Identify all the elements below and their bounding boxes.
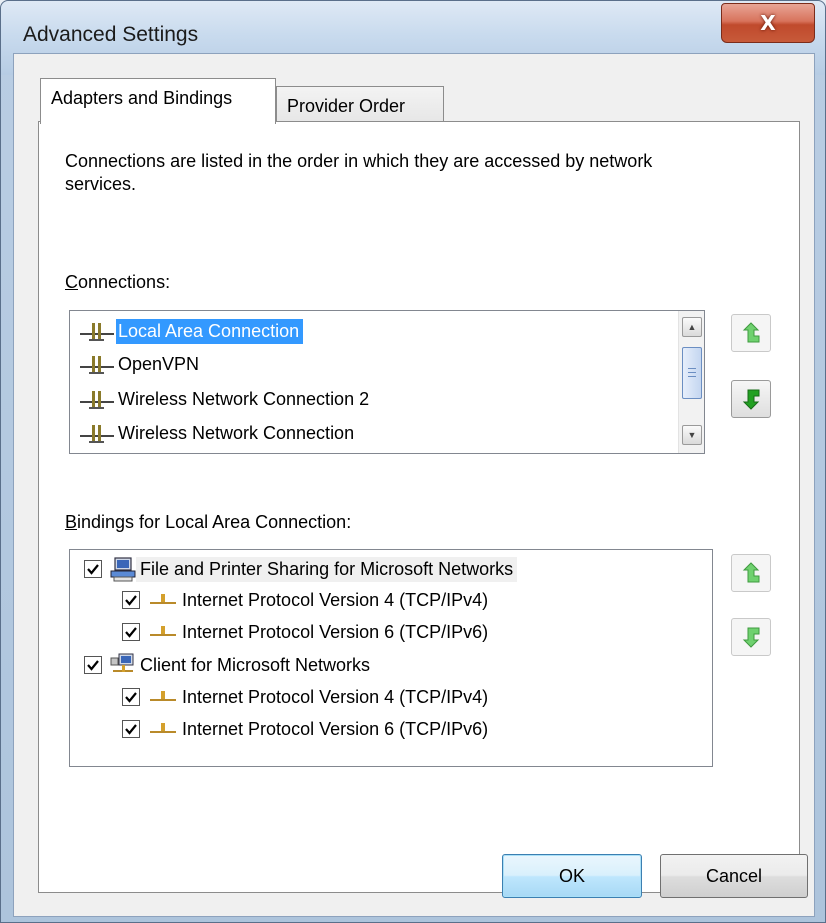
ok-button[interactable]: OK: [502, 854, 642, 898]
close-button[interactable]: X: [721, 3, 815, 43]
file-printer-sharing-icon: [110, 557, 136, 582]
connection-item-wireless-2[interactable]: Wireless Network Connection 2: [80, 383, 373, 415]
checkmark-icon: [87, 660, 99, 671]
protocol-icon: [150, 594, 176, 604]
connection-item-local-area-connection[interactable]: Local Area Connection: [80, 315, 304, 347]
binding-move-down-button[interactable]: [731, 618, 771, 656]
network-adapter-icon: [80, 356, 114, 374]
green-arrow-up-icon: [742, 322, 760, 343]
connection-item-openvpn[interactable]: OpenVPN: [80, 348, 203, 380]
binding-item-fps-ipv6[interactable]: Internet Protocol Version 6 (TCP/IPv6): [122, 617, 492, 647]
binding-checkbox[interactable]: [122, 720, 140, 738]
description-text: Connections are listed in the order in w…: [65, 151, 653, 194]
binding-checkbox[interactable]: [122, 591, 140, 609]
checkmark-icon: [125, 692, 137, 703]
network-adapter-icon: [80, 425, 114, 443]
connection-move-down-button[interactable]: [731, 380, 771, 418]
scroll-up-button[interactable]: ▲: [682, 317, 702, 337]
scroll-down-button[interactable]: ▼: [682, 425, 702, 445]
connection-move-up-button[interactable]: [731, 314, 771, 352]
protocol-icon: [150, 626, 176, 636]
connection-item-wireless[interactable]: Wireless Network Connection: [80, 417, 358, 449]
network-client-icon: [110, 653, 134, 672]
checkmark-icon: [87, 564, 99, 575]
binding-item-cmn-ipv4[interactable]: Internet Protocol Version 4 (TCP/IPv4): [122, 682, 492, 712]
scroll-thumb[interactable]: [682, 347, 702, 399]
connections-label: Connections:: [65, 272, 171, 292]
bindings-list[interactable]: File and Printer Sharing for Microsoft N…: [69, 549, 713, 767]
cancel-button[interactable]: Cancel: [660, 854, 808, 898]
binding-checkbox[interactable]: [84, 656, 102, 674]
binding-item-file-printer-sharing[interactable]: File and Printer Sharing for Microsoft N…: [84, 554, 518, 584]
advanced-settings-window: Advanced Settings X Adapters and Binding…: [0, 0, 826, 923]
protocol-icon: [150, 691, 176, 701]
binding-item-client-microsoft-networks[interactable]: Client for Microsoft Networks: [84, 650, 374, 680]
connections-list[interactable]: Local Area Connection OpenVPN Wireless N…: [69, 310, 705, 454]
network-adapter-icon: [80, 391, 114, 409]
green-arrow-up-icon: [742, 562, 760, 583]
window-title: Advanced Settings: [23, 23, 199, 46]
checkmark-icon: [125, 595, 137, 606]
close-icon: X: [760, 11, 776, 35]
green-arrow-down-icon: [742, 627, 760, 648]
connections-scrollbar[interactable]: ▲ ▼: [678, 311, 704, 453]
protocol-icon: [150, 723, 176, 733]
tab-adapters-and-bindings[interactable]: Adapters and Bindings: [40, 78, 276, 124]
dialog-body: Adapters and Bindings Provider Order Con…: [13, 53, 815, 917]
green-arrow-down-icon: [742, 389, 760, 410]
tab-panel: Connections are listed in the order in w…: [38, 121, 800, 893]
binding-checkbox[interactable]: [122, 688, 140, 706]
binding-item-cmn-ipv6[interactable]: Internet Protocol Version 6 (TCP/IPv6): [122, 714, 492, 744]
binding-item-fps-ipv4[interactable]: Internet Protocol Version 4 (TCP/IPv4): [122, 585, 492, 615]
checkmark-icon: [125, 627, 137, 638]
binding-move-up-button[interactable]: [731, 554, 771, 592]
checkmark-icon: [125, 724, 137, 735]
scroll-down-arrow-icon: ▼: [687, 430, 697, 440]
tab-provider-order[interactable]: Provider Order: [276, 86, 444, 126]
bindings-label: Bindings for Local Area Connection:: [65, 512, 352, 532]
binding-checkbox[interactable]: [122, 623, 140, 641]
binding-checkbox[interactable]: [84, 560, 102, 578]
scroll-up-arrow-icon: ▲: [687, 322, 697, 332]
network-adapter-icon: [80, 323, 114, 341]
